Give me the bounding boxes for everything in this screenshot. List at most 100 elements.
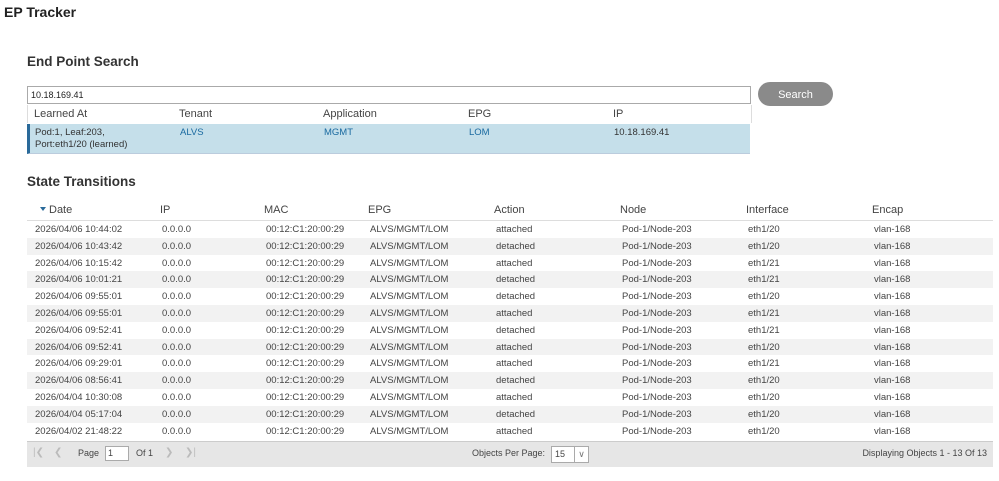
cell-date: 2026/04/06 09:52:41 (35, 324, 123, 336)
search-button[interactable]: Search (758, 82, 833, 106)
cell-mac: 00:12:C1:20:00:29 (266, 425, 345, 437)
displaying-objects-text: Displaying Objects 1 - 13 Of 13 (862, 448, 987, 458)
table-row[interactable]: 2026/04/06 09:52:41 0.0.0.0 00:12:C1:20:00… (27, 338, 993, 356)
cell-mac: 00:12:C1:20:00:29 (266, 375, 345, 387)
column-interface[interactable]: Interface (746, 204, 789, 216)
search-results-header: Learned At Tenant Application EPG IP (27, 105, 752, 123)
cell-mac: 00:12:C1:20:00:29 (266, 307, 345, 319)
column-epg[interactable]: EPG (368, 204, 391, 216)
result-ip: 10.18.169.41 (614, 127, 670, 138)
cell-epg: ALVS/MGMT/LOM (370, 307, 449, 319)
cell-ip: 0.0.0.0 (162, 408, 192, 420)
cell-interface: eth1/20 (748, 408, 780, 420)
cell-interface: eth1/20 (748, 375, 780, 387)
cell-node: Pod-1/Node-203 (622, 257, 692, 269)
cell-node: Pod-1/Node-203 (622, 324, 692, 336)
cell-mac: 00:12:C1:20:00:29 (266, 358, 345, 370)
cell-interface: eth1/21 (748, 257, 780, 269)
cell-date: 2026/04/06 09:55:01 (35, 291, 123, 303)
cell-action: attached (496, 257, 533, 269)
column-learned-at[interactable]: Learned At (34, 108, 87, 120)
cell-node: Pod-1/Node-203 (622, 274, 692, 286)
page-count: Of 1 (136, 448, 154, 458)
column-tenant[interactable]: Tenant (179, 108, 212, 120)
end-point-search-title: End Point Search (27, 54, 139, 69)
table-row[interactable]: 2026/04/02 21:48:22 0.0.0.0 00:12:C1:20:00… (27, 422, 993, 440)
table-row[interactable]: 2026/04/04 10:30:08 0.0.0.0 00:12:C1:20:00… (27, 388, 993, 406)
table-row[interactable]: 2026/04/06 09:29:01 0.0.0.0 00:12:C1:20:00… (27, 355, 993, 373)
cell-date: 2026/04/06 10:15:42 (35, 257, 123, 269)
last-page-icon[interactable]: ❯| (185, 447, 196, 458)
cell-interface: eth1/21 (748, 307, 780, 319)
cell-node: Pod-1/Node-203 (622, 375, 692, 387)
cell-node: Pod-1/Node-203 (622, 224, 692, 235)
cell-encap: vlan-168 (874, 341, 911, 353)
table-header: Date IP MAC EPG Action Node Interface En… (27, 202, 993, 221)
cell-interface: eth1/20 (748, 341, 780, 353)
result-tenant-link[interactable]: ALVS (180, 127, 204, 138)
cell-encap: vlan-168 (874, 391, 911, 403)
cell-date: 2026/04/04 10:30:08 (35, 391, 123, 403)
table-row[interactable]: 2026/04/06 10:43:42 0.0.0.0 00:12:C1:20:00… (27, 237, 993, 255)
cell-encap: vlan-168 (874, 375, 911, 387)
table-row[interactable]: 2026/04/06 10:01:21 0.0.0.0 00:12:C1:20:00… (27, 271, 993, 289)
result-application-link[interactable]: MGMT (324, 127, 353, 138)
cell-interface: eth1/21 (748, 324, 780, 336)
column-action[interactable]: Action (494, 204, 525, 216)
cell-interface: eth1/20 (748, 240, 780, 252)
column-ip[interactable]: IP (613, 108, 623, 120)
cell-node: Pod-1/Node-203 (622, 408, 692, 420)
result-epg-link[interactable]: LOM (469, 127, 490, 138)
cell-ip: 0.0.0.0 (162, 375, 192, 387)
cell-date: 2026/04/06 08:56:41 (35, 375, 123, 387)
cell-node: Pod-1/Node-203 (622, 391, 692, 403)
cell-epg: ALVS/MGMT/LOM (370, 291, 449, 303)
column-date[interactable]: Date (49, 204, 72, 216)
cell-date: 2026/04/06 09:55:01 (35, 307, 123, 319)
cell-encap: vlan-168 (874, 358, 911, 370)
cell-action: detached (496, 375, 536, 387)
column-ip[interactable]: IP (160, 204, 170, 216)
cell-mac: 00:12:C1:20:00:29 (266, 224, 345, 235)
cell-action: detached (496, 408, 536, 420)
page-number-input[interactable]: 1 (105, 446, 129, 461)
column-epg[interactable]: EPG (468, 108, 491, 120)
cell-interface: eth1/21 (748, 358, 780, 370)
table-body: 2026/04/06 10:44:02 0.0.0.0 00:12:C1:20:00… (27, 221, 993, 440)
search-result-row[interactable]: Pod:1, Leaf:203, Port:eth1/20 (learned) … (27, 124, 750, 154)
first-page-icon[interactable]: |❮ (33, 447, 44, 458)
prev-page-icon[interactable]: ❮ (54, 447, 62, 458)
table-row[interactable]: 2026/04/06 08:56:41 0.0.0.0 00:12:C1:20:00… (27, 372, 993, 389)
result-learned-at-line1: Pod:1, Leaf:203, (35, 127, 105, 138)
cell-date: 2026/04/06 10:44:02 (35, 224, 123, 235)
table-row[interactable]: 2026/04/06 09:52:41 0.0.0.0 00:12:C1:20:00… (27, 321, 993, 339)
table-row[interactable]: 2026/04/06 09:55:01 0.0.0.0 00:12:C1:20:00… (27, 304, 993, 322)
table-row[interactable]: 2026/04/06 09:55:01 0.0.0.0 00:12:C1:20:00… (27, 288, 993, 305)
cell-encap: vlan-168 (874, 291, 911, 303)
cell-epg: ALVS/MGMT/LOM (370, 224, 449, 235)
cell-epg: ALVS/MGMT/LOM (370, 408, 449, 420)
state-transitions-table: Date IP MAC EPG Action Node Interface En… (27, 202, 993, 440)
search-input[interactable] (27, 86, 751, 104)
column-node[interactable]: Node (620, 204, 646, 216)
cell-epg: ALVS/MGMT/LOM (370, 341, 449, 353)
pagination-bar: |❮ ❮ Page 1 Of 1 ❯ ❯| Objects Per Page: … (27, 441, 993, 467)
cell-node: Pod-1/Node-203 (622, 291, 692, 303)
cell-date: 2026/04/06 09:52:41 (35, 341, 123, 353)
column-application[interactable]: Application (323, 108, 377, 120)
cell-action: detached (496, 240, 536, 252)
chevron-down-icon: ∨ (574, 447, 588, 462)
column-mac[interactable]: MAC (264, 204, 288, 216)
per-page-value: 15 (555, 449, 566, 459)
table-row[interactable]: 2026/04/04 05:17:04 0.0.0.0 00:12:C1:20:00… (27, 405, 993, 423)
sort-descending-icon (40, 207, 46, 211)
cell-ip: 0.0.0.0 (162, 324, 192, 336)
cell-action: detached (496, 291, 536, 303)
cell-date: 2026/04/06 09:29:01 (35, 358, 123, 370)
table-row[interactable]: 2026/04/06 10:15:42 0.0.0.0 00:12:C1:20:00… (27, 254, 993, 272)
table-row[interactable]: 2026/04/06 10:44:02 0.0.0.0 00:12:C1:20:00… (27, 221, 993, 238)
cell-ip: 0.0.0.0 (162, 307, 192, 319)
column-encap[interactable]: Encap (872, 204, 903, 216)
objects-per-page-select[interactable]: 15 ∨ (551, 446, 589, 463)
next-page-icon[interactable]: ❯ (165, 447, 173, 458)
